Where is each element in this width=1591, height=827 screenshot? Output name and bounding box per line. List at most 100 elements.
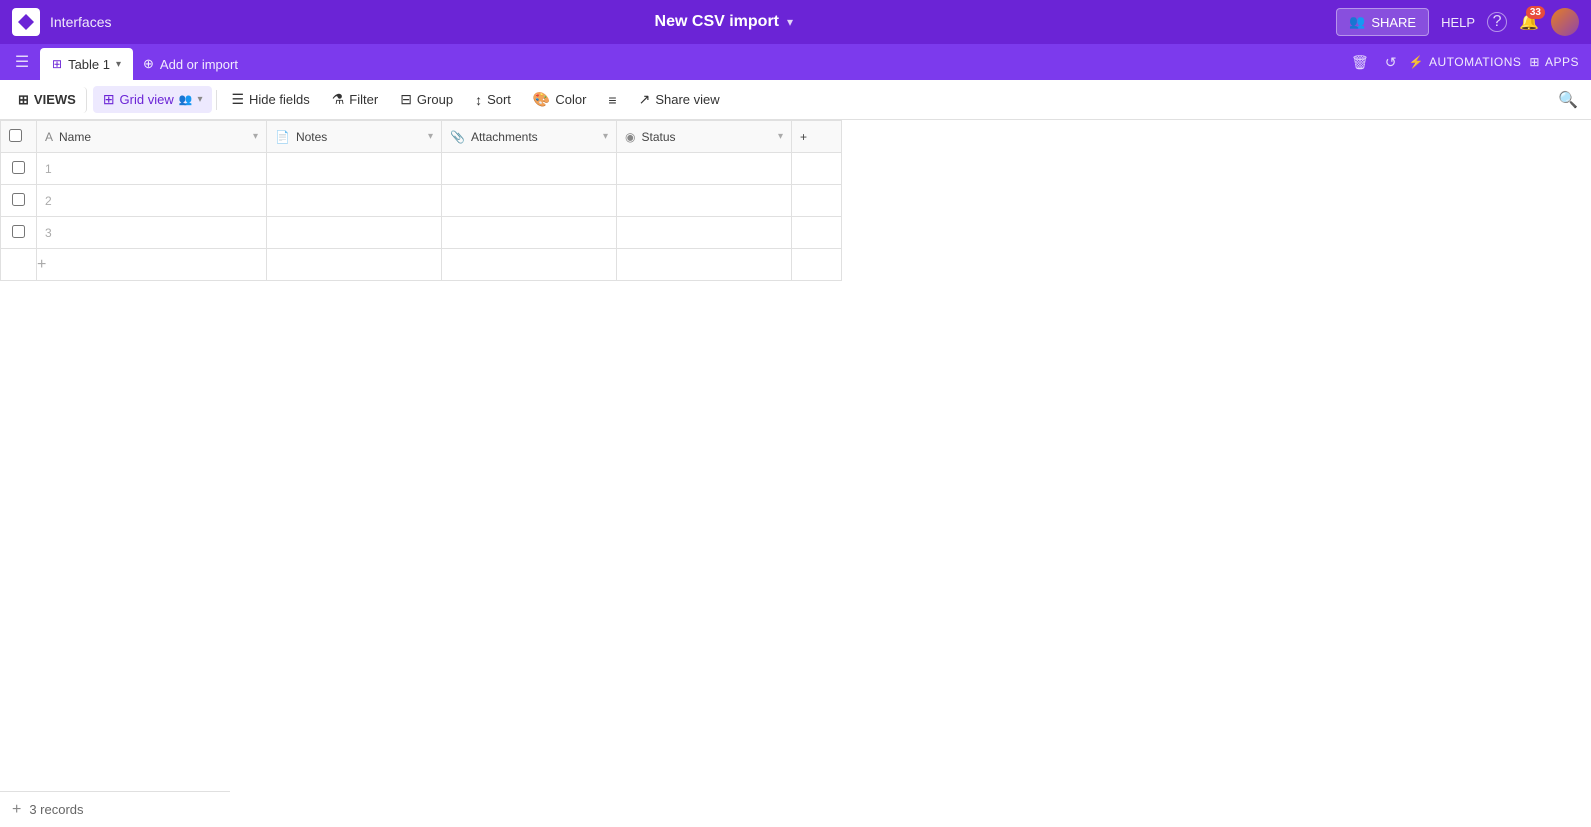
attach-col-label: Attachments [471, 130, 538, 144]
hide-fields-button[interactable]: ☰ Hide fields [221, 86, 319, 113]
apps-icon: ⊞ [1529, 55, 1540, 69]
row-add-col-0 [792, 153, 842, 185]
grid-container[interactable]: A Name ▾ 📄 Notes ▾ [0, 120, 1591, 827]
apps-button[interactable]: ⊞ APPS [1529, 55, 1579, 69]
trash-icon[interactable]: 🗑 [1347, 50, 1373, 75]
table-row[interactable]: 1 [1, 153, 842, 185]
name-cell-1[interactable]: 2 [37, 185, 267, 217]
notes-col-icon: 📄 [275, 130, 290, 144]
status-cell-2[interactable] [617, 217, 792, 249]
sort-icon: ↕ [475, 92, 482, 108]
status-col-icon: ◉ [625, 130, 635, 144]
records-count: 3 records [29, 802, 83, 817]
table-tab-dropdown-icon[interactable]: ▾ [116, 59, 121, 70]
table-row[interactable]: 3 [1, 217, 842, 249]
views-label: VIEWS [34, 92, 76, 107]
sort-button[interactable]: ↕ Sort [465, 87, 521, 113]
table-tab-label: Table 1 [68, 57, 110, 72]
add-row-button[interactable]: + [37, 249, 267, 281]
title-dropdown-icon[interactable]: ▾ [787, 15, 793, 29]
col-header-notes[interactable]: 📄 Notes ▾ [267, 121, 442, 153]
add-row[interactable]: + [1, 249, 842, 281]
row-height-button[interactable]: ≡ [598, 87, 626, 113]
attach-col-icon: 📎 [450, 130, 465, 144]
filter-label: Filter [349, 92, 378, 107]
attach-cell-1[interactable] [442, 185, 617, 217]
nav-right: 👥 SHARE HELP ? 🔔 33 [1336, 8, 1579, 36]
color-icon: 🎨 [533, 91, 550, 108]
help-button[interactable]: HELP [1441, 15, 1475, 30]
col-header-name[interactable]: A Name ▾ [37, 121, 267, 153]
status-cell-0[interactable] [617, 153, 792, 185]
hide-fields-label: Hide fields [249, 92, 310, 107]
status-col-dropdown[interactable]: ▾ [778, 131, 783, 142]
row-checkbox[interactable] [1, 185, 37, 217]
logo-icon [18, 14, 34, 30]
name-cell-0[interactable]: 1 [37, 153, 267, 185]
nav-left: Interfaces [12, 8, 111, 36]
grid-table: A Name ▾ 📄 Notes ▾ [0, 120, 842, 281]
checkbox-row-2[interactable] [12, 225, 25, 238]
row-checkbox[interactable] [1, 153, 37, 185]
search-icon[interactable]: 🔍 [1553, 87, 1583, 114]
col-header-attachments[interactable]: 📎 Attachments ▾ [442, 121, 617, 153]
checkbox-all[interactable] [9, 129, 22, 142]
notes-cell-1[interactable] [267, 185, 442, 217]
hamburger-menu[interactable]: ☰ [8, 44, 36, 80]
toolbar-right: 🔍 [1553, 90, 1583, 110]
share-icon: 👥 [1349, 14, 1365, 30]
filter-icon: ⚗ [332, 91, 345, 108]
hide-fields-icon: ☰ [231, 91, 244, 108]
notes-cell-2[interactable] [267, 217, 442, 249]
notifications-button[interactable]: 🔔 33 [1519, 12, 1539, 32]
add-import-button[interactable]: ⊕ Add or import [133, 48, 248, 80]
notes-col-label: Notes [296, 130, 327, 144]
grid-view-icon: ⊞ [103, 91, 115, 108]
attach-cell-2[interactable] [442, 217, 617, 249]
history-icon[interactable]: ↺ [1381, 50, 1401, 75]
table-tab-1[interactable]: ⊞ Table 1 ▾ [40, 48, 133, 80]
grid-view-dropdown[interactable]: ▾ [197, 94, 202, 105]
grid-view-button[interactable]: ⊞ Grid view 👥 ▾ [93, 86, 213, 113]
add-row-checkbox-col [1, 249, 37, 281]
filter-button[interactable]: ⚗ Filter [322, 86, 388, 113]
row-checkbox[interactable] [1, 217, 37, 249]
toolbar: ⊞ VIEWS ⊞ Grid view 👥 ▾ ☰ Hide fields ⚗ … [0, 80, 1591, 120]
add-import-label: Add or import [160, 57, 238, 72]
row-add-col-2 [792, 217, 842, 249]
table-tab-icon: ⊞ [52, 57, 62, 71]
notification-badge: 33 [1526, 6, 1545, 19]
checkbox-row-1[interactable] [12, 193, 25, 206]
top-nav: Interfaces New CSV import ▾ 👥 SHARE HELP… [0, 0, 1591, 44]
table-row[interactable]: 2 [1, 185, 842, 217]
user-avatar[interactable] [1551, 8, 1579, 36]
name-col-dropdown[interactable]: ▾ [253, 131, 258, 142]
share-view-button[interactable]: ↗ Share view [629, 86, 730, 113]
sort-label: Sort [487, 92, 511, 107]
app-logo[interactable] [12, 8, 40, 36]
views-button[interactable]: ⊞ VIEWS [8, 87, 87, 113]
color-button[interactable]: 🎨 Color [523, 86, 597, 113]
checkbox-row-0[interactable] [12, 161, 25, 174]
attach-cell-0[interactable] [442, 153, 617, 185]
group-label: Group [417, 92, 453, 107]
add-row-footer-button[interactable]: + [12, 801, 21, 819]
attach-col-dropdown[interactable]: ▾ [603, 131, 608, 142]
group-icon: ⊟ [400, 91, 412, 108]
name-cell-2[interactable]: 3 [37, 217, 267, 249]
automations-button[interactable]: ⚡ AUTOMATIONS [1409, 55, 1522, 69]
col-header-status[interactable]: ◉ Status ▾ [617, 121, 792, 153]
name-col-icon: A [45, 130, 53, 144]
help-icon[interactable]: ? [1487, 12, 1507, 32]
notes-col-dropdown[interactable]: ▾ [428, 131, 433, 142]
notes-cell-0[interactable] [267, 153, 442, 185]
share-button[interactable]: 👥 SHARE [1336, 8, 1429, 36]
add-column-button[interactable]: + [792, 121, 842, 153]
help-text: HELP [1441, 15, 1475, 30]
group-button[interactable]: ⊟ Group [390, 86, 463, 113]
select-all-checkbox[interactable] [1, 121, 37, 153]
table-bar: ☰ ⊞ Table 1 ▾ ⊕ Add or import 🗑 ↺ ⚡ AUTO… [0, 44, 1591, 80]
row-add-col-1 [792, 185, 842, 217]
share-label: SHARE [1371, 15, 1416, 30]
status-cell-1[interactable] [617, 185, 792, 217]
